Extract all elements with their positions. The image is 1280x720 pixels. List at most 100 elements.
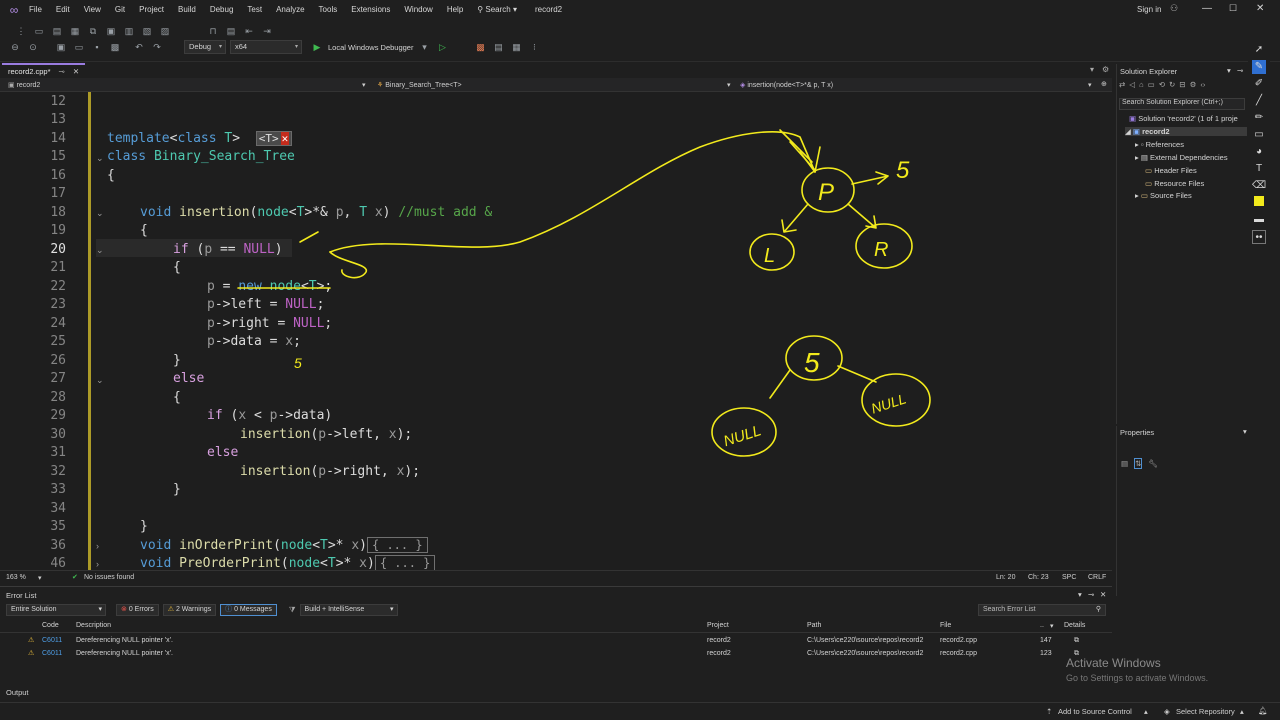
table-row[interactable]: ⚠ C6011 Dereferencing NULL pointer 'x'. …: [0, 647, 1112, 660]
toolbar-icon[interactable]: ▤: [491, 41, 505, 53]
tree-item-external-dependencies[interactable]: ▸ ▤ External Dependencies: [1135, 153, 1228, 162]
properties-icon[interactable]: ⚙: [1190, 80, 1197, 89]
collapse-icon[interactable]: ⊟: [1179, 80, 1185, 89]
back-icon[interactable]: ◁: [1129, 80, 1135, 89]
menu-debug[interactable]: Debug: [203, 0, 241, 20]
menu-build[interactable]: Build: [171, 0, 203, 20]
details-icon[interactable]: ⧉: [1074, 634, 1079, 647]
pin-icon[interactable]: ⊸: [59, 66, 65, 78]
search-menu[interactable]: ⚲ Search ▾: [470, 0, 524, 20]
toolbar-icon[interactable]: ⇥: [260, 25, 274, 37]
stroke-width-icon[interactable]: ▬: [1252, 213, 1266, 227]
property-pages-icon[interactable]: 🔧︎: [1148, 459, 1158, 468]
bookmark-icon[interactable]: ⊓: [206, 25, 220, 37]
sync-icon[interactable]: ⇄: [1119, 80, 1125, 89]
select-repository-button[interactable]: Select Repository: [1176, 707, 1235, 716]
pin-icon[interactable]: ⊸: [1088, 590, 1094, 599]
issues-status[interactable]: No issues found: [84, 574, 134, 581]
source-control-button[interactable]: Add to Source Control: [1058, 707, 1132, 716]
error-code-link[interactable]: C6011: [42, 634, 62, 647]
project-scope-dropdown[interactable]: ▣ record2: [8, 81, 40, 89]
column-header-code[interactable]: Code: [42, 622, 59, 629]
save-icon[interactable]: ▪: [90, 41, 104, 53]
configuration-select[interactable]: Debug ▾: [184, 40, 226, 54]
bell-icon[interactable]: 🔔︎: [1258, 706, 1268, 715]
build-filter-select[interactable]: Build + IntelliSense ▾: [299, 604, 398, 616]
undo-icon[interactable]: ↶: [132, 41, 146, 53]
menu-project[interactable]: Project: [132, 0, 171, 20]
sign-in-link[interactable]: Sign in: [1137, 5, 1161, 14]
panel-menu-icon[interactable]: ▾: [1243, 427, 1247, 436]
toolbar-icon[interactable]: ▭: [32, 25, 46, 37]
line-ending-indicator[interactable]: CRLF: [1088, 574, 1106, 581]
tree-solution[interactable]: ▣ Solution 'record2' (1 of 1 proje: [1129, 114, 1238, 123]
forward-icon[interactable]: ⊙: [26, 41, 40, 53]
close-window-icon[interactable]: ✕: [1256, 3, 1264, 14]
line-icon[interactable]: ╱: [1252, 94, 1266, 108]
settings-icon[interactable]: ⚙: [1102, 65, 1109, 74]
rectangle-icon[interactable]: ▭: [1252, 128, 1266, 142]
panel-menu-icon[interactable]: ▾: [1078, 590, 1082, 599]
split-icon[interactable]: ⊕: [1101, 80, 1107, 88]
tree-item-header-files[interactable]: ▭ Header Files: [1145, 166, 1197, 175]
marker-icon[interactable]: ✐: [1252, 77, 1266, 91]
maximize-icon[interactable]: ☐: [1229, 3, 1237, 14]
menu-git[interactable]: Git: [108, 0, 132, 20]
alphabetical-icon[interactable]: ⇅: [1134, 458, 1143, 469]
filter-icon[interactable]: ⧩: [289, 605, 296, 615]
column-indicator[interactable]: Ch: 23: [1028, 574, 1049, 581]
pen-icon[interactable]: ✎: [1252, 60, 1266, 74]
overflow-icon[interactable]: ⁝: [527, 41, 541, 53]
toolbar-icon[interactable]: ▥: [122, 25, 136, 37]
toolbar-icon[interactable]: ▩: [473, 41, 487, 53]
toolbar-icon[interactable]: ▤: [50, 25, 64, 37]
text-icon[interactable]: T: [1252, 162, 1266, 176]
platform-select[interactable]: x64 ▾: [230, 40, 302, 54]
chevron-down-icon[interactable]: ▾: [38, 574, 42, 582]
column-header-path[interactable]: Path: [807, 622, 821, 629]
toolbar-icon[interactable]: ▦: [68, 25, 82, 37]
palette-icon[interactable]: ◕: [1252, 145, 1266, 159]
categorized-icon[interactable]: ▤: [1121, 459, 1128, 468]
play-icon[interactable]: ▶: [310, 41, 324, 53]
line-indicator[interactable]: Ln: 20: [996, 574, 1015, 581]
tab-list-icon[interactable]: ▾: [1090, 65, 1094, 74]
menu-window[interactable]: Window: [397, 0, 439, 20]
column-header-project[interactable]: Project: [707, 622, 729, 629]
tree-item-source-files[interactable]: ▸ ▭ Source Files: [1135, 191, 1192, 200]
toolbar-icon[interactable]: ▧: [140, 25, 154, 37]
notification-icon[interactable]: ⇡: [1046, 707, 1052, 716]
column-header-line[interactable]: ..: [1040, 622, 1044, 629]
column-header-details[interactable]: Details: [1064, 622, 1085, 629]
menu-analyze[interactable]: Analyze: [269, 0, 311, 20]
eraser-icon[interactable]: ⌫: [1252, 179, 1266, 193]
menu-file[interactable]: File: [22, 0, 49, 20]
errors-filter[interactable]: ⊗ 0 Errors: [116, 604, 159, 616]
zoom-level[interactable]: 163 %: [6, 574, 26, 581]
chevron-down-icon[interactable]: ▾: [1088, 81, 1092, 89]
open-icon[interactable]: ▭: [72, 41, 86, 53]
color-swatch-icon[interactable]: [1252, 196, 1266, 210]
pending-changes-icon[interactable]: ⟲: [1159, 80, 1165, 89]
tab-record2-cpp[interactable]: record2.cpp* ⊸ ✕: [2, 63, 86, 78]
tree-item-references[interactable]: ▸ ▫ References: [1135, 140, 1184, 149]
table-row[interactable]: ⚠ C6011 Dereferencing NULL pointer 'x'. …: [0, 634, 1112, 647]
messages-filter[interactable]: ⓘ 0 Messages: [220, 604, 277, 616]
column-header-description[interactable]: Description: [76, 622, 111, 629]
close-tab-icon[interactable]: ✕: [73, 66, 79, 78]
minimize-icon[interactable]: —: [1202, 3, 1212, 14]
menu-view[interactable]: View: [77, 0, 108, 20]
menu-test[interactable]: Test: [240, 0, 269, 20]
chevron-down-icon[interactable]: ▾: [727, 81, 731, 89]
pointer-icon[interactable]: ➚: [1252, 43, 1266, 57]
switch-views-icon[interactable]: ▭: [1148, 80, 1155, 89]
toolbar-icon[interactable]: ▣: [104, 25, 118, 37]
menu-tools[interactable]: Tools: [312, 0, 345, 20]
solution-search-input[interactable]: Search Solution Explorer (Ctrl+;): [1119, 98, 1245, 110]
scope-select[interactable]: Entire Solution ▾: [6, 604, 106, 616]
whitespace-indicator[interactable]: SPC: [1062, 574, 1076, 581]
menu-edit[interactable]: Edit: [49, 0, 77, 20]
account-icon[interactable]: ⚇: [1170, 3, 1178, 14]
chevron-down-icon[interactable]: ▾: [362, 81, 366, 89]
close-panel-icon[interactable]: ✕: [1100, 590, 1106, 599]
